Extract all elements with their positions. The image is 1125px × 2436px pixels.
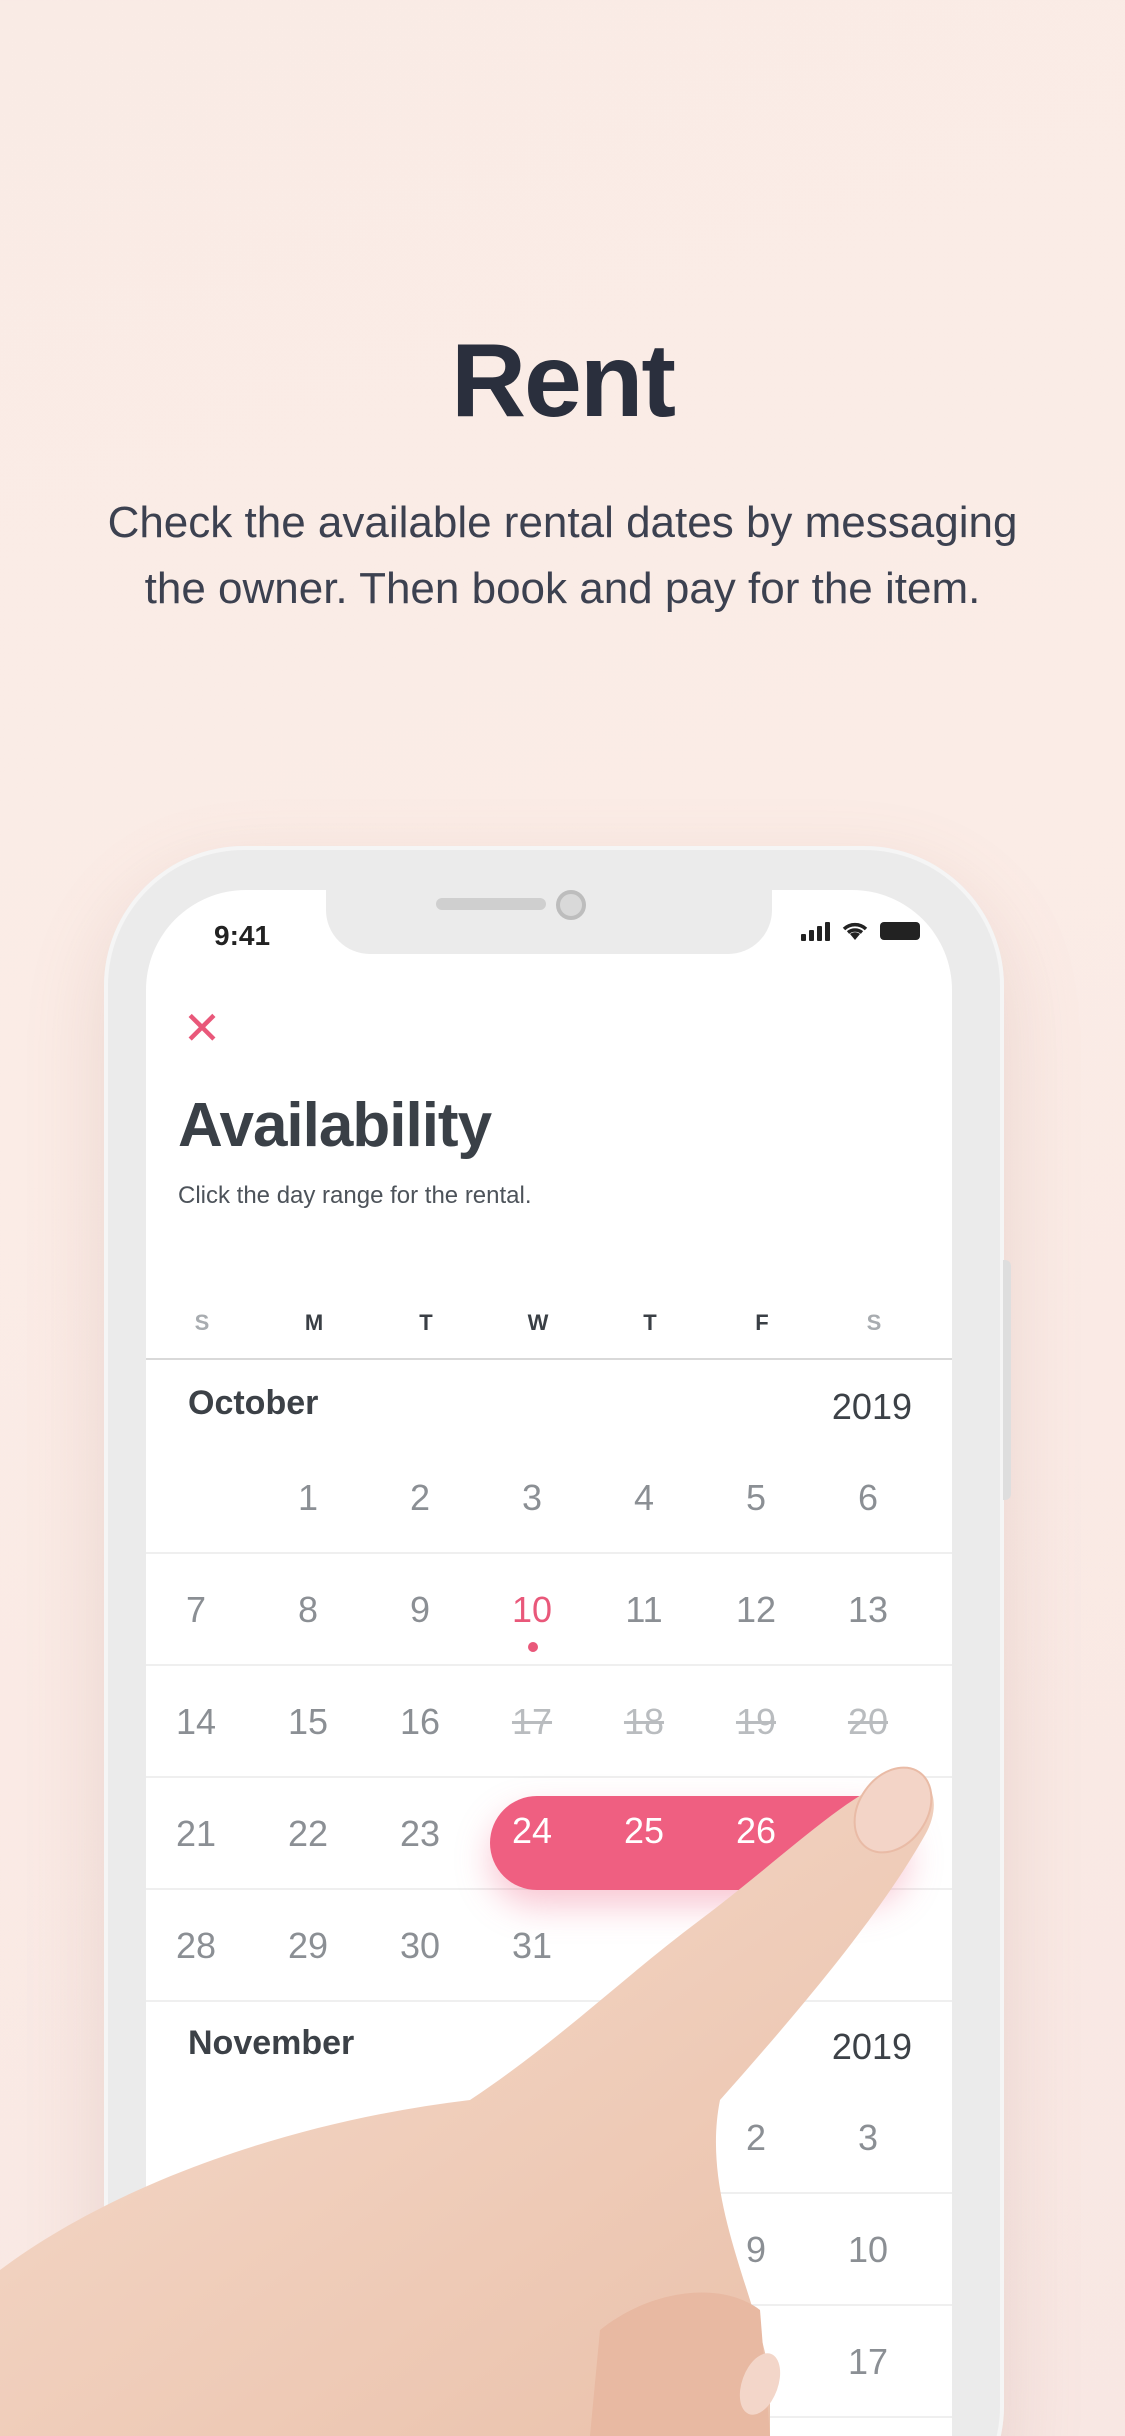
month-name: October xyxy=(188,1384,319,1422)
calendar-day[interactable]: 14 xyxy=(146,1666,252,1778)
wifi-icon xyxy=(842,922,868,940)
week-row: 23 xyxy=(146,2082,952,2194)
calendar-day[interactable]: 22 xyxy=(252,1778,364,1890)
weekday-label: S xyxy=(866,1310,882,1335)
weekday-label: M xyxy=(304,1310,324,1335)
calendar-day[interactable]: 1 xyxy=(252,1442,364,1554)
phone-screen: 9:41 ✕ Availability Click the day range … xyxy=(146,890,952,2436)
calendar-day[interactable]: 10 xyxy=(476,1554,588,1666)
calendar-day[interactable]: 11 xyxy=(588,1554,700,1666)
calendar-day[interactable]: 25 xyxy=(588,1778,700,1890)
page-title: Rent xyxy=(450,323,676,439)
calendar-day[interactable]: 15 xyxy=(252,1666,364,1778)
calendar-day[interactable]: 5 xyxy=(700,1442,812,1554)
week-row: 7 8 9 10 11 12 13 xyxy=(146,1554,952,1666)
week-row: 28 29 30 31 xyxy=(146,1890,952,2002)
weekday-label: S xyxy=(194,1310,210,1335)
calendar-day[interactable]: 18 xyxy=(588,1666,700,1778)
month-header: November 2019 xyxy=(146,2002,952,2082)
phone-side-button xyxy=(1003,1260,1011,1500)
calendar-day[interactable]: 8 xyxy=(252,1554,364,1666)
calendar-day[interactable]: 29 xyxy=(252,1890,364,2002)
calendar-day[interactable]: 17 xyxy=(476,1666,588,1778)
camera xyxy=(556,890,586,920)
calendar-day[interactable]: 9 xyxy=(364,1554,476,1666)
weekday-label: F xyxy=(755,1310,769,1335)
calendar-day[interactable]: 2 xyxy=(700,2082,812,2194)
calendar-day[interactable]: 13 xyxy=(812,1554,924,1666)
calendar-day[interactable]: 26 xyxy=(700,1778,812,1890)
calendar-day[interactable]: 9 xyxy=(700,2194,812,2306)
month-header: October 2019 xyxy=(146,1362,952,1442)
calendar-day[interactable]: 31 xyxy=(476,1890,588,2002)
calendar-day[interactable]: 3 xyxy=(812,2082,924,2194)
week-row: 14 15 16 17 18 19 20 xyxy=(146,1666,952,1778)
weekday-header: S M T W T F S xyxy=(146,1310,952,1360)
calendar-day[interactable]: 12 xyxy=(700,1554,812,1666)
calendar-day[interactable]: 2 xyxy=(364,1442,476,1554)
week-row: 21 22 23 24 25 26 xyxy=(146,1778,952,1890)
availability-subtitle: Click the day range for the rental. xyxy=(178,1182,532,1209)
availability-title: Availability xyxy=(178,1091,492,1160)
calendar-day[interactable]: 10 xyxy=(812,2194,924,2306)
calendar-day[interactable]: 24 xyxy=(476,1778,588,1890)
week-row: 123456 xyxy=(146,1442,952,1554)
calendar-day[interactable]: 30 xyxy=(364,1890,476,2002)
month-year: 2019 xyxy=(831,2026,912,2067)
week-row: 9 10 xyxy=(146,2194,952,2306)
signal-icon xyxy=(801,921,830,941)
calendar-day[interactable]: 21 xyxy=(146,1778,252,1890)
calendar-day[interactable]: 7 xyxy=(146,1554,252,1666)
calendar-day[interactable]: 19 xyxy=(700,1666,812,1778)
calendar-day[interactable]: 3 xyxy=(476,1442,588,1554)
page-subtitle: Check the available rental dates by mess… xyxy=(107,498,1018,613)
speaker xyxy=(436,898,546,910)
notch xyxy=(326,890,772,954)
weekday-label: T xyxy=(643,1310,657,1335)
calendar-day[interactable]: 23 xyxy=(364,1778,476,1890)
close-icon[interactable]: ✕ xyxy=(182,1005,222,1051)
calendar-day[interactable]: 20 xyxy=(812,1666,924,1778)
battery-icon xyxy=(880,922,920,940)
month-name: November xyxy=(188,2024,355,2062)
status-time: 9:41 xyxy=(214,920,271,951)
month-year: 2019 xyxy=(831,1386,912,1427)
calendar-day[interactable]: 17 xyxy=(812,2306,924,2418)
calendar-day[interactable]: 6 xyxy=(700,2306,812,2418)
status-icons xyxy=(801,920,920,942)
weekday-label: W xyxy=(527,1310,549,1335)
calendar-day[interactable]: 4 xyxy=(588,1442,700,1554)
calendar-day[interactable]: 16 xyxy=(364,1666,476,1778)
calendar-day[interactable]: 28 xyxy=(146,1890,252,2002)
weekday-label: T xyxy=(419,1310,433,1335)
week-row: 6 17 xyxy=(146,2306,952,2418)
calendar-day[interactable]: 6 xyxy=(812,1442,924,1554)
